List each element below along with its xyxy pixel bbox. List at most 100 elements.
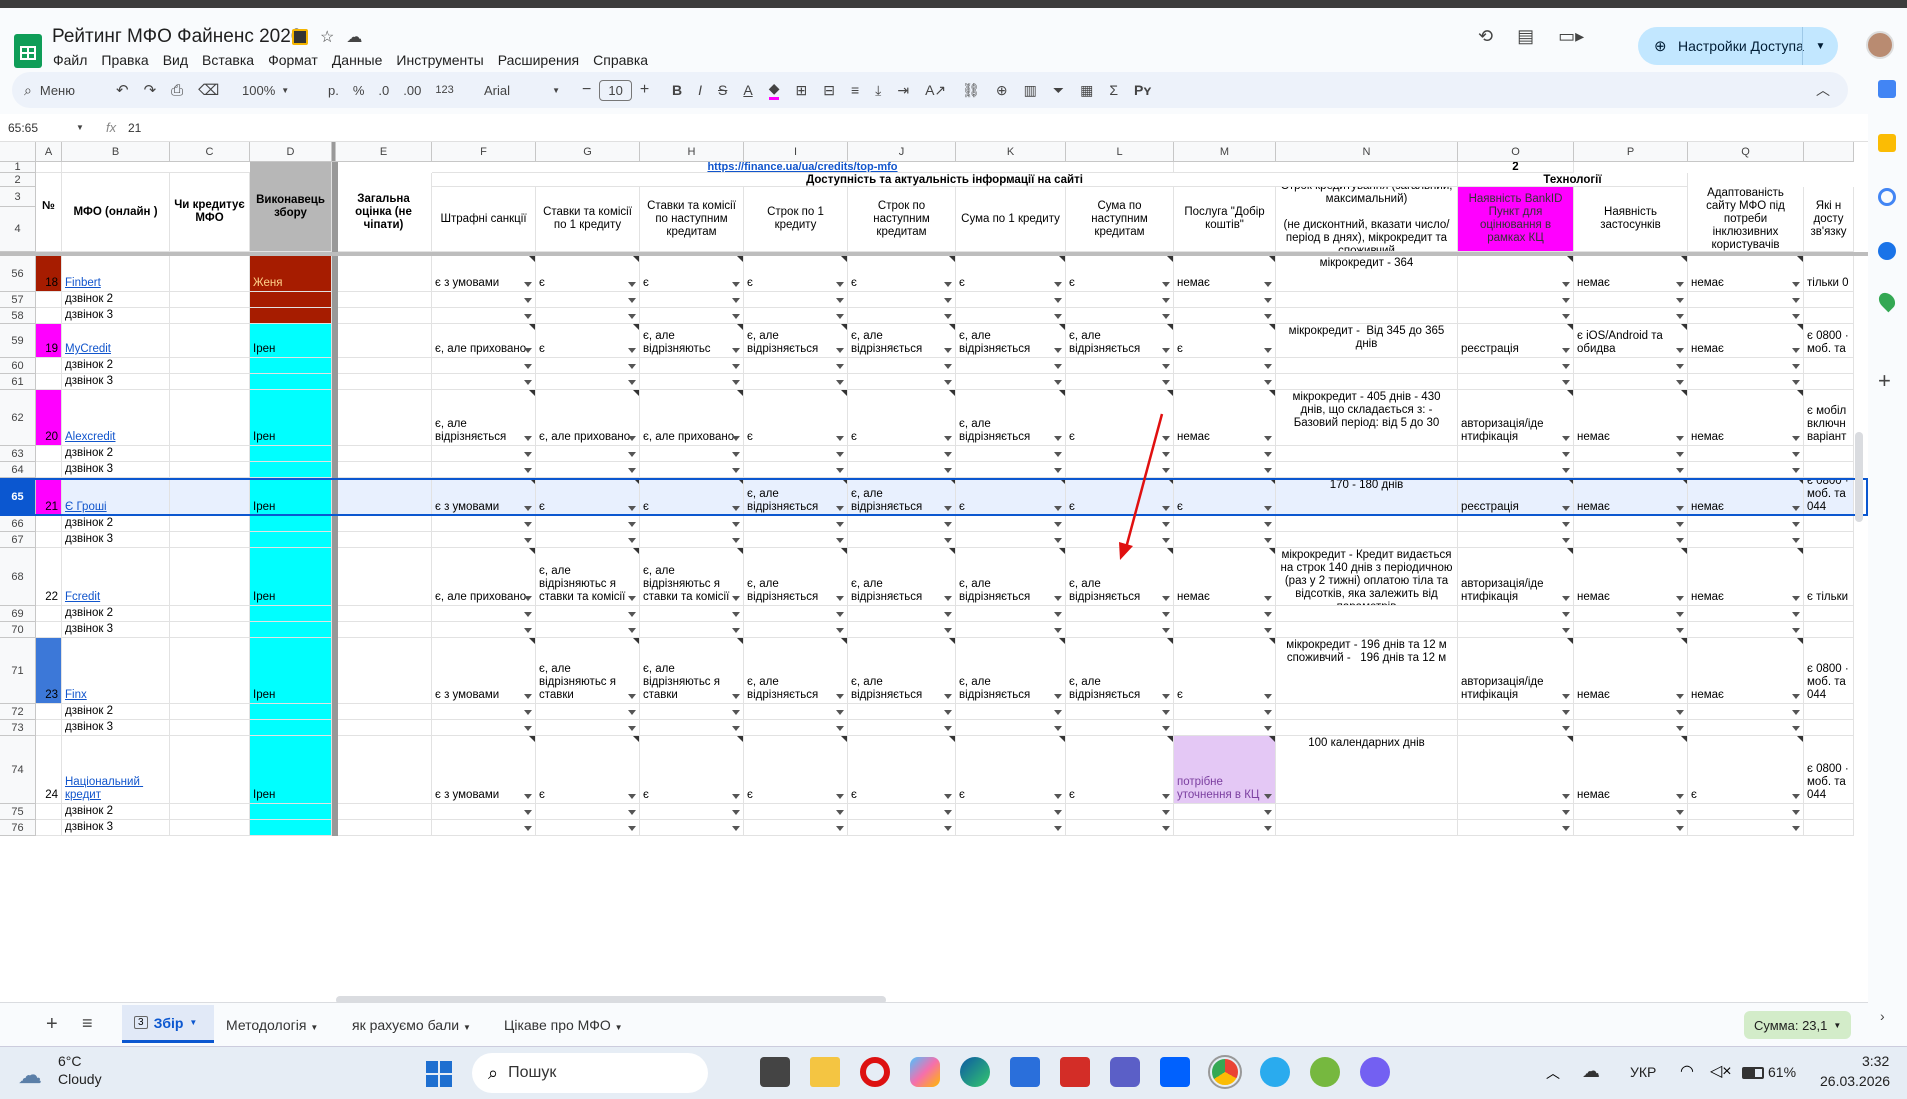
cell-n56[interactable]: мікрокредит - 364 <box>1276 256 1458 292</box>
cell-m60[interactable] <box>1174 358 1276 374</box>
cell-m70[interactable] <box>1174 622 1276 638</box>
dropdown-arrow-icon[interactable] <box>1054 628 1062 633</box>
cell-b68[interactable]: Fcredit <box>62 548 170 606</box>
cell-d74[interactable]: Ірен <box>250 736 332 804</box>
dropdown-arrow-icon[interactable] <box>1676 726 1684 731</box>
cell-e68[interactable] <box>336 548 432 606</box>
cell-k71[interactable]: є, але відрізняється <box>956 638 1066 704</box>
dropdown-arrow-icon[interactable] <box>1792 348 1800 353</box>
column-header-j[interactable]: J <box>848 142 956 162</box>
dropdown-arrow-icon[interactable] <box>524 348 532 353</box>
cell-r61[interactable] <box>1804 374 1854 390</box>
cell-j59[interactable]: є, але відрізняється <box>848 324 956 358</box>
cell-o74[interactable] <box>1458 736 1574 804</box>
cell-k60[interactable] <box>956 358 1066 374</box>
cell-r66[interactable] <box>1804 516 1854 532</box>
dropdown-arrow-icon[interactable] <box>732 436 740 441</box>
dropdown-arrow-icon[interactable] <box>732 380 740 385</box>
cell-c56[interactable] <box>170 256 250 292</box>
cell-q58[interactable] <box>1688 308 1804 324</box>
menu-data[interactable]: Данные <box>331 52 384 68</box>
cell-o57[interactable] <box>1458 292 1574 308</box>
cell-a70[interactable] <box>36 622 62 638</box>
cell-j71[interactable]: є, але відрізняється <box>848 638 956 704</box>
cell-r76[interactable] <box>1804 820 1854 836</box>
dropdown-arrow-icon[interactable] <box>524 436 532 441</box>
cell-j74[interactable]: є <box>848 736 956 804</box>
cell-k73[interactable] <box>956 720 1066 736</box>
dropdown-arrow-icon[interactable] <box>732 522 740 527</box>
cell-p61[interactable] <box>1574 374 1688 390</box>
dropdown-arrow-icon[interactable] <box>944 612 952 617</box>
dropdown-arrow-icon[interactable] <box>1792 364 1800 369</box>
dropdown-arrow-icon[interactable] <box>1792 298 1800 303</box>
cell-i74[interactable]: є <box>744 736 848 804</box>
dropdown-arrow-icon[interactable] <box>524 726 532 731</box>
cell-j56[interactable]: є <box>848 256 956 292</box>
cell-f57[interactable] <box>432 292 536 308</box>
cell-c75[interactable] <box>170 804 250 820</box>
cell-i76[interactable] <box>744 820 848 836</box>
dropdown-arrow-icon[interactable] <box>1562 810 1570 815</box>
column-header-n[interactable]: N <box>1276 142 1458 162</box>
cell-q70[interactable] <box>1688 622 1804 638</box>
cell-i73[interactable] <box>744 720 848 736</box>
cell-l63[interactable] <box>1066 446 1174 462</box>
dropdown-arrow-icon[interactable] <box>1054 596 1062 601</box>
cell-c65[interactable] <box>170 478 250 516</box>
cell-l58[interactable] <box>1066 308 1174 324</box>
cell-e57[interactable] <box>336 292 432 308</box>
dropdown-arrow-icon[interactable] <box>1676 380 1684 385</box>
dropdown-arrow-icon[interactable] <box>1792 314 1800 319</box>
cell-f66[interactable] <box>432 516 536 532</box>
dropdown-arrow-icon[interactable] <box>1792 452 1800 457</box>
collapse-toolbar-icon[interactable]: ︿ <box>1816 72 1830 108</box>
dropdown-arrow-icon[interactable] <box>836 364 844 369</box>
cell-o60[interactable] <box>1458 358 1574 374</box>
decrease-decimal-button[interactable]: .0 <box>378 83 389 98</box>
cell-b56[interactable]: Finbert <box>62 256 170 292</box>
dropdown-arrow-icon[interactable] <box>1792 538 1800 543</box>
dropdown-arrow-icon[interactable] <box>1562 348 1570 353</box>
column-header-p[interactable]: P <box>1574 142 1688 162</box>
dropdown-arrow-icon[interactable] <box>1562 436 1570 441</box>
cell-i70[interactable] <box>744 622 848 638</box>
chevron-down-icon[interactable]: ▼ <box>1802 27 1838 65</box>
cell-m72[interactable] <box>1174 704 1276 720</box>
cell-j58[interactable] <box>848 308 956 324</box>
cell-b61[interactable]: дзвінок 3 <box>62 374 170 390</box>
cell-h56[interactable]: є <box>640 256 744 292</box>
cell-b57[interactable]: дзвінок 2 <box>62 292 170 308</box>
cell-p56[interactable]: немає <box>1574 256 1688 292</box>
header-row1-o[interactable]: 2 <box>1458 162 1574 173</box>
dropdown-arrow-icon[interactable] <box>836 380 844 385</box>
dropdown-arrow-icon[interactable] <box>1162 348 1170 353</box>
cell-d73[interactable] <box>250 720 332 736</box>
comments-icon[interactable]: ▤ <box>1517 26 1534 47</box>
row-header-67[interactable]: 67 <box>0 532 36 548</box>
dropdown-arrow-icon[interactable] <box>1792 380 1800 385</box>
font-size-input[interactable]: 10 <box>599 79 632 101</box>
tab-zbir[interactable]: 3 Збір ▼ <box>122 1005 214 1043</box>
cell-b72[interactable]: дзвінок 2 <box>62 704 170 720</box>
cell-e66[interactable] <box>336 516 432 532</box>
cell-c72[interactable] <box>170 704 250 720</box>
cell-g74[interactable]: є <box>536 736 640 804</box>
cell-o68[interactable]: авторизація/іде нтифікація <box>1458 548 1574 606</box>
cell-a74[interactable]: 24 <box>36 736 62 804</box>
dropdown-arrow-icon[interactable] <box>1054 506 1062 511</box>
dropdown-arrow-icon[interactable] <box>1792 506 1800 511</box>
cell-q59[interactable]: немає <box>1688 324 1804 358</box>
cell-c66[interactable] <box>170 516 250 532</box>
dropdown-arrow-icon[interactable] <box>1054 826 1062 831</box>
cell-f74[interactable]: є з умовами <box>432 736 536 804</box>
cell-c58[interactable] <box>170 308 250 324</box>
store-icon[interactable] <box>1010 1057 1040 1087</box>
cell-f61[interactable] <box>432 374 536 390</box>
dropdown-arrow-icon[interactable] <box>1162 436 1170 441</box>
dropdown-arrow-icon[interactable] <box>836 506 844 511</box>
dropdown-arrow-icon[interactable] <box>1162 468 1170 473</box>
add-sheet-button[interactable]: + <box>46 1013 58 1036</box>
cell-e63[interactable] <box>336 446 432 462</box>
row-header-75[interactable]: 75 <box>0 804 36 820</box>
